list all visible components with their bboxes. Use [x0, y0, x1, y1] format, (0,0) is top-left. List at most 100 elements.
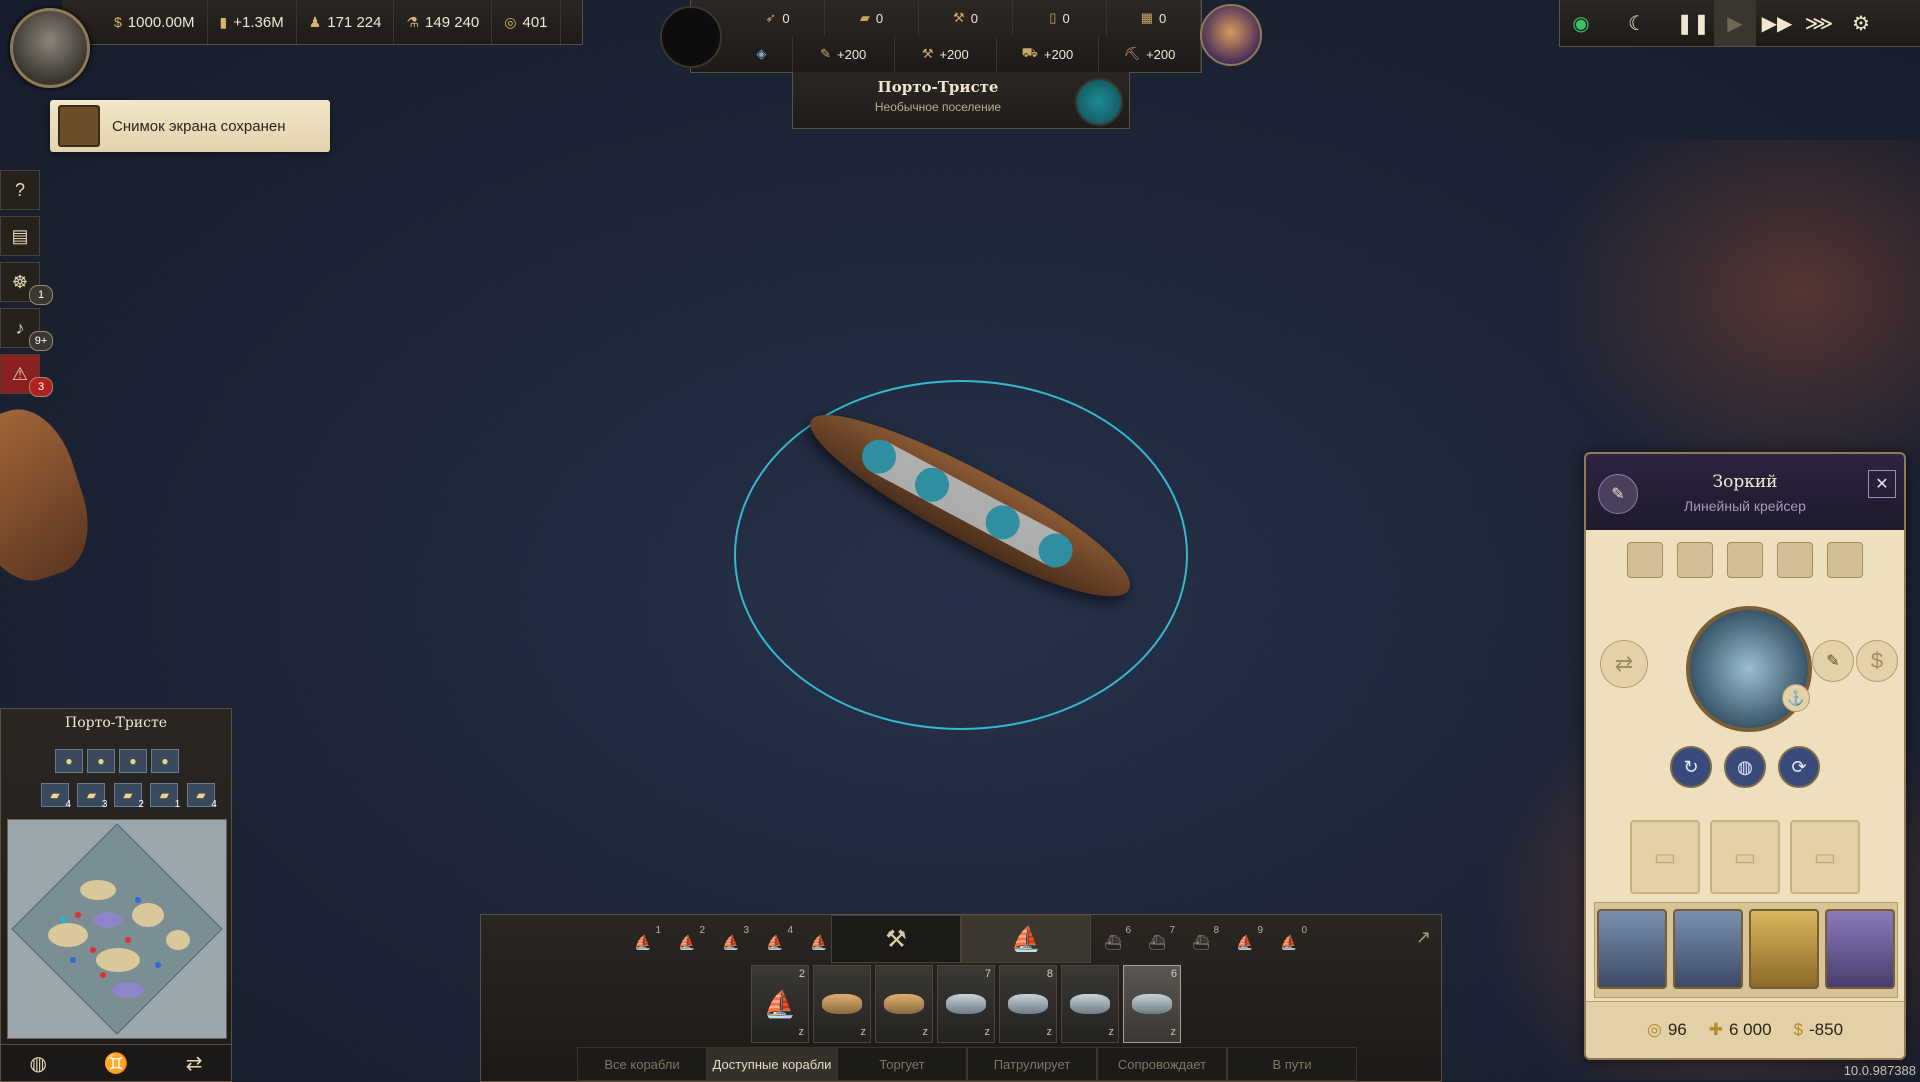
tab-ships[interactable]: ⛵ [961, 915, 1091, 963]
player-avatar[interactable] [10, 8, 90, 88]
goods-row-1: ● ● ● ● [53, 749, 181, 773]
ship-slot[interactable]: z [1061, 965, 1119, 1043]
group-button[interactable]: ⛵ 4 [757, 925, 793, 955]
close-button[interactable]: ✕ [1868, 470, 1896, 498]
cycle-action-button[interactable]: ⟳ [1778, 746, 1820, 788]
fastest-button[interactable]: ⋙ [1798, 0, 1840, 46]
transfer-button[interactable]: ⇄ [1600, 640, 1648, 688]
town-emblem[interactable] [1200, 4, 1262, 66]
good-counter[interactable]: ⚒ 0 [919, 0, 1013, 36]
ship-panel-header: ✎ Зоркий Линейный крейсер ✕ [1586, 454, 1904, 530]
wifi-icon[interactable]: ◉ [1560, 0, 1602, 46]
good-slot[interactable]: ▰ 1 [150, 783, 180, 810]
alerts-button[interactable]: ⚠ 3 [0, 354, 53, 397]
role-spyglass-icon[interactable] [1777, 542, 1813, 578]
population-counter[interactable]: ♟ 171 224 [297, 0, 395, 44]
bonus-counter[interactable]: ⚒ +200 [895, 36, 997, 72]
journal-button[interactable]: ▤ [0, 216, 40, 256]
ship-thumb [1070, 994, 1110, 1014]
officer-item[interactable] [1597, 909, 1667, 989]
role-cannon-icon[interactable] [1677, 542, 1713, 578]
cargo-slot[interactable]: ▭ [1710, 820, 1780, 894]
other-ship[interactable] [0, 397, 104, 593]
mask-icon-cell[interactable]: ◈ [731, 36, 793, 72]
ship-portrait [1686, 606, 1812, 732]
good-slot[interactable]: ● [55, 749, 83, 773]
filter-available-ships[interactable]: Доступные корабли [707, 1047, 837, 1081]
group-buttons-right: ⛴ 6 ⛴ 7 ⛴ 8 ⛵ 9 ⛵ 0 [1095, 925, 1307, 955]
role-captain-icon[interactable] [1627, 542, 1663, 578]
good-slot[interactable]: ● [119, 749, 147, 773]
filter-escorting[interactable]: Сопровождает [1097, 1047, 1227, 1081]
ship-type: Линейный крейсер [1684, 498, 1806, 514]
notifications-button[interactable]: ♪ 9+ [0, 308, 53, 351]
spyglass-item[interactable] [1825, 909, 1895, 989]
switch-map-icon[interactable]: ⇄ [186, 1051, 203, 1076]
influence-counter[interactable]: ◎ 401 [492, 0, 561, 44]
ship-slot[interactable]: 2 ⛵ z [751, 965, 809, 1043]
filter-trading[interactable]: Торгует [837, 1047, 967, 1081]
fast-forward-button[interactable]: ▶▶ [1756, 0, 1798, 46]
filter-all-ships[interactable]: Все корабли [577, 1047, 707, 1081]
cargo-slot[interactable]: ▭ [1630, 820, 1700, 894]
cargo-slots: ▭ ▭ ▭ [1586, 820, 1904, 894]
income-counter[interactable]: ▮ +1.36M [208, 0, 297, 44]
pause-button[interactable]: ❚❚ [1672, 0, 1714, 46]
group-button[interactable]: ⛵ 1 [625, 925, 661, 955]
ship-slot[interactable]: z [875, 965, 933, 1043]
settings-gear-icon[interactable]: ⚙ [1840, 0, 1882, 46]
tab-repair[interactable]: ⚒ [831, 915, 961, 963]
good-slot[interactable]: ▰ 4 [186, 783, 217, 810]
bonus-counter[interactable]: ⛏ +200 [1099, 36, 1202, 72]
cannon-item[interactable] [1749, 909, 1819, 989]
role-emblem-icon[interactable] [1827, 542, 1863, 578]
role-admiral-icon[interactable] [1727, 542, 1763, 578]
good-slot[interactable]: ▰ 3 [77, 783, 107, 810]
good-slot[interactable]: ● [87, 749, 115, 773]
good-slot[interactable]: ● [151, 749, 179, 773]
minimap-title: Порто-Тристе [64, 715, 167, 731]
filter-en-route[interactable]: В пути [1227, 1047, 1357, 1081]
cargo-slot[interactable]: ▭ [1790, 820, 1860, 894]
minimap[interactable] [7, 819, 227, 1039]
ship-slot[interactable]: 7z [937, 965, 995, 1043]
globe-icon[interactable]: ◍ [29, 1051, 46, 1076]
settlement-header[interactable]: Порто-Тристе Необычное поселение [792, 72, 1130, 129]
good-slot[interactable]: ▰ 2 [113, 783, 144, 810]
globe-action-button[interactable]: ◍ [1724, 746, 1766, 788]
good-slot[interactable]: ▰ 4 [41, 783, 71, 810]
goods-row: ➶ 0 ▰ 0 ⚒ 0 ▯ 0 ▦ 0 [691, 0, 1201, 36]
stats-chart-icon[interactable]: ↗ [1416, 927, 1431, 948]
group-button[interactable]: ⛵ 9 [1227, 925, 1263, 955]
refresh-action-button[interactable]: ↻ [1670, 746, 1712, 788]
play-button[interactable]: ▶ [1714, 0, 1756, 46]
ship-thumb [946, 994, 986, 1014]
edit-button[interactable]: ✎ [1812, 640, 1854, 682]
group-button[interactable]: ⛴ 8 [1183, 925, 1219, 955]
good-counter[interactable]: ▯ 0 [1013, 0, 1107, 36]
filter-patrolling[interactable]: Патрулирует [967, 1047, 1097, 1081]
help-button[interactable]: ? [0, 170, 40, 210]
group-button[interactable]: ⛴ 6 [1095, 925, 1131, 955]
binoculars-icon[interactable]: ♊ [104, 1051, 129, 1076]
group-button[interactable]: ⛵ 3 [713, 925, 749, 955]
group-button[interactable]: ⛴ 7 [1139, 925, 1175, 955]
bonus-counter[interactable]: ⛟ +200 [997, 36, 1099, 72]
wrench-icon: ✎ [820, 46, 831, 61]
good-counter[interactable]: ▰ 0 [825, 0, 919, 36]
resource-counter[interactable]: ⚗ 149 240 [394, 0, 493, 44]
ship-slot-selected[interactable]: 6z [1123, 965, 1181, 1043]
group-button[interactable]: ⛵ 2 [669, 925, 705, 955]
bonus-counter[interactable]: ✎ +200 [793, 36, 895, 72]
admiral-item[interactable] [1673, 909, 1743, 989]
ship-slot[interactable]: z [813, 965, 871, 1043]
group-button[interactable]: ⛵ 0 [1271, 925, 1307, 955]
good-counter[interactable]: ➶ 0 [731, 0, 825, 36]
money-counter[interactable]: $1000.00M [102, 0, 208, 44]
rival-avatar[interactable] [660, 6, 722, 68]
good-counter[interactable]: ▦ 0 [1107, 0, 1201, 36]
ship-wheel-button[interactable]: ☸ 1 [0, 262, 53, 305]
sell-button[interactable]: $ [1856, 640, 1898, 682]
ship-slot[interactable]: 8z [999, 965, 1057, 1043]
dollar-icon: $ [1870, 648, 1884, 673]
